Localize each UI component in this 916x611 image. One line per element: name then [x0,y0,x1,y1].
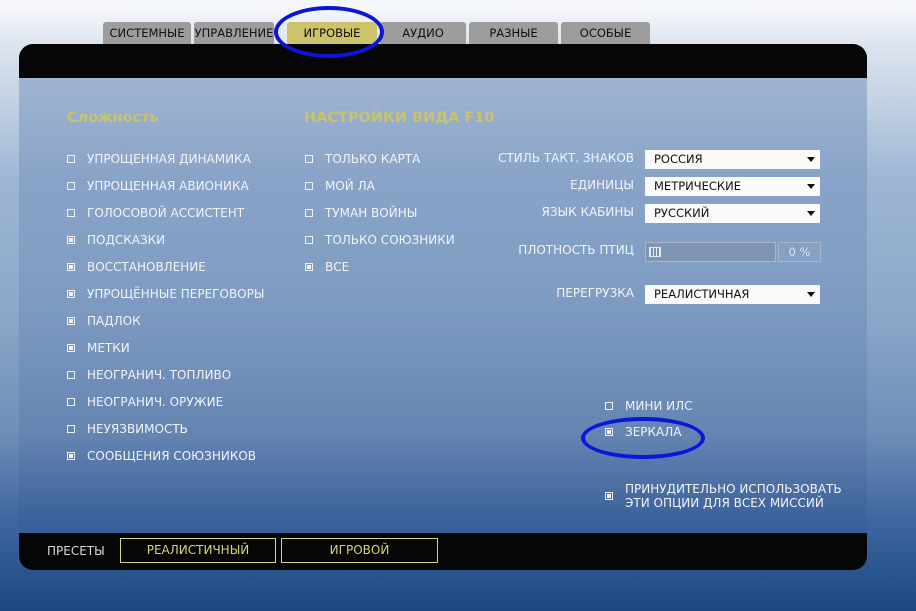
checkbox-icon[interactable] [605,402,613,410]
checkbox-icon[interactable] [67,209,75,217]
checkbox-icon[interactable] [67,263,75,271]
checkbox-icon[interactable] [67,182,75,190]
option-simplified-avionics[interactable]: УПРОЩЕННАЯ АВИОНИКА [67,178,249,194]
option-label-line2: ЭТИ ОПЦИИ ДЛЯ ВСЕХ МИССИЙ [625,496,824,510]
option-label-line1: ПРИНУДИТЕЛЬНО ИСПОЛЬЗОВАТЬ [625,482,842,496]
option-label: УПРОЩЕННАЯ АВИОНИКА [87,179,249,193]
checkbox-icon[interactable] [67,317,75,325]
select-value: РОССИЯ [654,152,703,166]
option-labels[interactable]: МЕТКИ [67,340,130,356]
option-label: ТУМАН ВОЙНЫ [325,206,418,220]
checkbox-icon[interactable] [67,344,75,352]
chevron-down-icon[interactable] [807,184,815,189]
option-label: ВСЕ [325,260,350,274]
checkbox-icon[interactable] [305,236,313,244]
option-label: ГОЛОСОВОЙ АССИСТЕНТ [87,206,245,220]
option-label: НЕУЯЗВИМОСТЬ [87,422,188,436]
f10-fog-of-war[interactable]: ТУМАН ВОЙНЫ [305,205,417,221]
f10-allies-only[interactable]: ТОЛЬКО СОЮЗНИКИ [305,232,455,248]
bird-density-slider[interactable] [645,242,776,262]
units-label: ЕДИНИЦЫ [570,178,634,192]
option-label: ТОЛЬКО КАРТА [325,152,421,166]
units-select[interactable]: МЕТРИЧЕСКИЕ [645,177,820,196]
checkbox-icon[interactable] [67,371,75,379]
f10-view-title: НАСТРОЙКИ ВИДА F10 [304,110,495,126]
difficulty-title: Сложность [67,110,159,126]
option-simplified-comms[interactable]: УПРОЩЁННЫЕ ПЕРЕГОВОРЫ [67,286,264,302]
option-label: ТОЛЬКО СОЮЗНИКИ [325,233,455,247]
option-label: УПРОЩЕННАЯ ДИНАМИКА [87,152,251,166]
checkbox-icon[interactable] [67,452,75,460]
option-label: НЕОГРАНИЧ. ТОПЛИВО [87,368,232,382]
checkbox-icon[interactable] [305,209,313,217]
option-label: МИНИ ИЛС [625,399,693,413]
tab-controls[interactable]: УПРАВЛЕНИЕ [194,22,274,45]
f10-map-only[interactable]: ТОЛЬКО КАРТА [305,151,420,167]
checkbox-icon[interactable] [305,263,313,271]
bird-density-value: 0 % [778,242,821,262]
chevron-down-icon[interactable] [807,157,815,162]
select-value: РЕАЛИСТИЧНАЯ [654,287,750,301]
checkbox-icon[interactable] [305,155,313,163]
checkbox-icon[interactable] [67,398,75,406]
option-label: МОЙ ЛА [325,179,375,193]
cockpit-language-label: ЯЗЫК КАБИНЫ [541,205,634,219]
annotation-circle-tab [274,6,384,58]
option-label: УПРОЩЁННЫЕ ПЕРЕГОВОРЫ [87,287,265,301]
presets-label: ПРЕСЕТЫ [47,544,105,558]
f10-all[interactable]: ВСЕ [305,259,349,275]
tactical-symbols-select[interactable]: РОССИЯ [645,150,820,169]
checkbox-icon[interactable] [305,182,313,190]
option-label: ПАДЛОК [87,314,141,328]
option-label: ВОССТАНОВЛЕНИЕ [87,260,206,274]
bird-density-label: ПЛОТНОСТЬ ПТИЦ [518,243,634,257]
option-unlimited-weapons[interactable]: НЕОГРАНИЧ. ОРУЖИЕ [67,394,223,410]
panel-header-bar [19,44,867,78]
g-effects-label: ПЕРЕГРУЗКА [556,286,634,300]
tab-special[interactable]: ОСОБЫЕ [561,22,650,45]
tactical-symbols-label: СТИЛЬ ТАКТ. ЗНАКОВ [498,151,634,165]
option-invulnerability[interactable]: НЕУЯЗВИМОСТЬ [67,421,188,437]
option-restore[interactable]: ВОССТАНОВЛЕНИЕ [67,259,206,275]
tab-system[interactable]: СИСТЕМНЫЕ [103,22,191,45]
option-voice-assistant[interactable]: ГОЛОСОВОЙ АССИСТЕНТ [67,205,244,221]
annotation-circle-mirrors [581,417,705,459]
checkbox-icon[interactable] [67,425,75,433]
slider-handle[interactable] [649,247,661,257]
checkbox-icon[interactable] [605,492,613,500]
chevron-down-icon[interactable] [807,292,815,297]
option-label: МЕТКИ [87,341,130,355]
g-effects-select[interactable]: РЕАЛИСТИЧНАЯ [645,285,820,304]
option-allied-messages[interactable]: СООБЩЕНИЯ СОЮЗНИКОВ [67,448,256,464]
select-value: МЕТРИЧЕСКИЕ [654,179,741,193]
checkbox-icon[interactable] [67,290,75,298]
option-mini-hud[interactable]: МИНИ ИЛС [605,398,693,414]
tab-audio[interactable]: АУДИО [380,22,466,45]
option-force-for-all-missions[interactable]: ПРИНУДИТЕЛЬНО ИСПОЛЬЗОВАТЬ ЭТИ ОПЦИИ ДЛЯ… [605,481,842,511]
chevron-down-icon[interactable] [807,211,815,216]
option-padlock[interactable]: ПАДЛОК [67,313,141,329]
checkbox-icon[interactable] [67,155,75,163]
preset-realistic-button[interactable]: РЕАЛИСТИЧНЫЙ [120,538,276,563]
cockpit-language-select[interactable]: РУССКИЙ [645,204,820,223]
tab-misc[interactable]: РАЗНЫЕ [469,22,558,45]
option-label: ПРИНУДИТЕЛЬНО ИСПОЛЬЗОВАТЬ ЭТИ ОПЦИИ ДЛЯ… [625,482,842,510]
option-label: НЕОГРАНИЧ. ОРУЖИЕ [87,395,224,409]
select-value: РУССКИЙ [654,206,710,220]
preset-game-button[interactable]: ИГРОВОЙ [281,538,438,563]
option-simplified-dynamics[interactable]: УПРОЩЕННАЯ ДИНАМИКА [67,151,251,167]
option-unlimited-fuel[interactable]: НЕОГРАНИЧ. ТОПЛИВО [67,367,231,383]
option-label: ПОДСКАЗКИ [87,233,166,247]
option-hints[interactable]: ПОДСКАЗКИ [67,232,165,248]
option-label: СООБЩЕНИЯ СОЮЗНИКОВ [87,449,257,463]
checkbox-icon[interactable] [67,236,75,244]
f10-my-aircraft[interactable]: МОЙ ЛА [305,178,375,194]
